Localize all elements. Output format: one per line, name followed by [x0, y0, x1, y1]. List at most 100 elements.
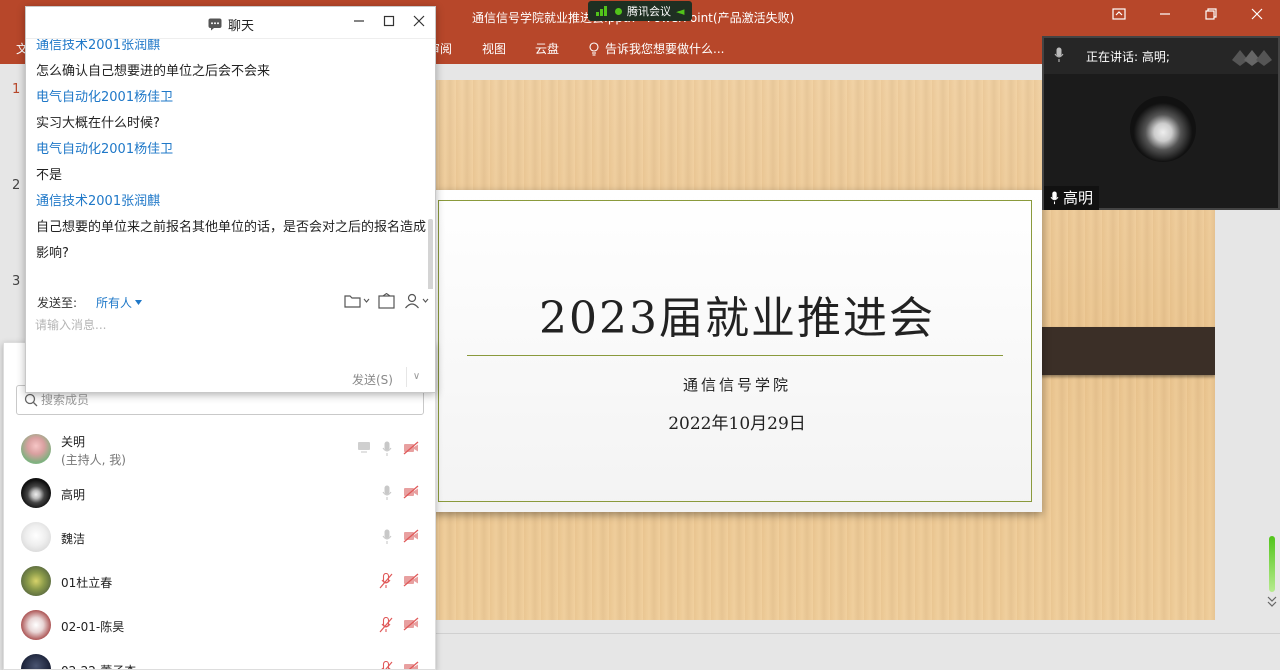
tell-me-text: 告诉我您想要做什么... — [605, 42, 725, 56]
lightbulb-icon — [589, 41, 599, 56]
chat-message-list[interactable]: 通信技术2001张润麒 怎么确认自己想要进的单位之后会不会来 电气自动化2001… — [26, 39, 435, 289]
microphone-icon[interactable] — [382, 441, 398, 457]
member-role: (主持人, 我) — [61, 453, 126, 467]
member-row[interactable]: 02-01-陈昊 — [4, 603, 435, 647]
send-button[interactable]: 发送(S) — [352, 371, 393, 388]
chat-sender: 电气自动化2001杨佳卫 — [36, 90, 174, 105]
member-name: 高明 — [61, 488, 86, 502]
active-speaker-panel[interactable]: 正在讲话: 高明; 高明 — [1042, 36, 1280, 210]
member-row[interactable]: 关明 (主持人, 我) — [4, 427, 435, 471]
member-name: 02-01-陈昊 — [61, 620, 125, 634]
minimize-window-button[interactable] — [1155, 6, 1175, 26]
chat-titlebar[interactable]: 聊天 — [26, 7, 435, 39]
member-avatar — [21, 434, 51, 464]
volume-level-bar — [1269, 536, 1275, 592]
send-to-dropdown[interactable]: 所有人 — [96, 294, 143, 311]
chat-minimize-button[interactable] — [349, 13, 369, 33]
video-off-icon[interactable] — [403, 573, 419, 589]
tell-me-box[interactable]: 告诉我您想要做什么... — [588, 40, 724, 57]
signal-icon — [596, 6, 610, 16]
microphone-icon — [1050, 191, 1059, 205]
video-off-icon[interactable] — [403, 529, 419, 545]
chat-sender: 电气自动化2001杨佳卫 — [36, 142, 174, 157]
member-avatar — [21, 566, 51, 596]
member-name: 关明 — [61, 435, 86, 449]
slide-title-card: 2023届就业推进会 通信信号学院 2022年10月29日 — [432, 190, 1042, 512]
member-row[interactable]: 魏洁 — [4, 515, 435, 559]
chat-sender: 通信技术2001张润麒 — [36, 39, 161, 53]
microphone-icon — [1054, 47, 1064, 62]
slide-divider — [467, 355, 1003, 356]
speaker-volume-icon: ◄ — [676, 4, 685, 18]
ppt-status-bar — [436, 633, 1280, 670]
screen-share-icon[interactable] — [357, 441, 373, 457]
mic-muted-icon[interactable] — [379, 660, 395, 669]
ribbon-tab-cloud[interactable]: 云盘 — [535, 40, 559, 57]
notice-board-icon — [378, 292, 395, 309]
caret-down-icon — [135, 300, 143, 305]
slide-date: 2022年10月29日 — [668, 414, 806, 434]
chevron-down-icon[interactable] — [1267, 596, 1277, 608]
close-window-button[interactable] — [1247, 6, 1267, 26]
chat-window: 聊天 通信技术2001张润麒 怎么确认自己想要进的单位之后会不会来 电气自动化2… — [25, 6, 436, 393]
chat-scrollbar[interactable] — [428, 219, 433, 289]
speaking-now-label: 正在讲话: 高明; — [1086, 50, 1170, 64]
chat-bubble-icon — [208, 18, 222, 31]
folder-icon — [344, 295, 370, 308]
file-folder-button[interactable] — [344, 293, 370, 309]
member-avatar — [21, 654, 51, 669]
slide-subtitle: 通信信号学院 — [682, 376, 791, 394]
chat-message: 不是 — [36, 168, 63, 183]
chat-message-input[interactable] — [35, 316, 425, 364]
chat-message: 怎么确认自己想要进的单位之后会不会来 — [36, 64, 271, 79]
member-row[interactable]: 01杜立春 — [4, 559, 435, 603]
volume-level-indicator — [1266, 530, 1278, 610]
chat-title: 聊天 — [228, 19, 255, 34]
chat-toolbar — [344, 292, 430, 309]
speaker-name-tag: 高明 — [1044, 186, 1100, 210]
chat-permission-button[interactable] — [404, 293, 430, 309]
ribbon-tab-view[interactable]: 视图 — [482, 40, 506, 57]
microphone-icon[interactable] — [382, 485, 398, 501]
announcement-button[interactable] — [378, 292, 396, 309]
member-search-input[interactable] — [41, 390, 411, 410]
send-to-value: 所有人 — [96, 296, 133, 310]
member-avatar — [21, 522, 51, 552]
member-avatar — [21, 478, 51, 508]
member-name: 02-22-董子杰 — [61, 662, 136, 669]
speaker-header: 正在讲话: 高明; — [1044, 38, 1278, 74]
chat-message: 实习大概在什么时候? — [36, 116, 160, 131]
restore-ribbon-icon[interactable] — [1109, 6, 1129, 26]
send-options-chevron-icon[interactable]: ∨ — [406, 367, 426, 387]
chat-sender: 通信技术2001张润麒 — [36, 194, 161, 209]
member-row[interactable]: 高明 — [4, 471, 435, 515]
video-off-icon[interactable] — [403, 441, 419, 457]
member-row[interactable]: 02-22-董子杰 — [4, 647, 435, 669]
slide-strap-right — [1020, 327, 1215, 375]
search-icon — [24, 393, 38, 407]
slide-number-3[interactable]: 3 — [12, 274, 20, 289]
slide-number-1[interactable]: 1 — [12, 82, 20, 97]
slide-title: 2023届就业推进会 — [539, 293, 935, 344]
video-off-icon[interactable] — [403, 485, 419, 501]
send-to-label: 发送至: — [37, 296, 78, 310]
speaker-name: 高明 — [1063, 189, 1094, 207]
meeting-pill-label: 腾讯会议 — [627, 5, 671, 18]
speaker-avatar — [1130, 96, 1196, 162]
slide-number-2[interactable]: 2 — [12, 178, 20, 193]
member-name: 魏洁 — [61, 532, 86, 546]
meeting-status-pill[interactable]: 腾讯会议 ◄ — [588, 1, 693, 21]
restore-window-button[interactable] — [1201, 6, 1221, 26]
recording-dot-icon — [615, 7, 622, 15]
slide-card-frame — [438, 200, 1032, 502]
video-off-icon[interactable] — [403, 617, 419, 633]
member-name: 01杜立春 — [61, 576, 113, 590]
chat-maximize-button[interactable] — [379, 13, 399, 33]
chat-close-button[interactable] — [409, 13, 429, 33]
mic-muted-icon[interactable] — [379, 616, 395, 633]
user-icon — [405, 293, 429, 309]
video-off-icon[interactable] — [403, 661, 419, 669]
member-avatar — [21, 610, 51, 640]
microphone-icon[interactable] — [382, 529, 398, 545]
mic-muted-icon[interactable] — [379, 572, 395, 589]
